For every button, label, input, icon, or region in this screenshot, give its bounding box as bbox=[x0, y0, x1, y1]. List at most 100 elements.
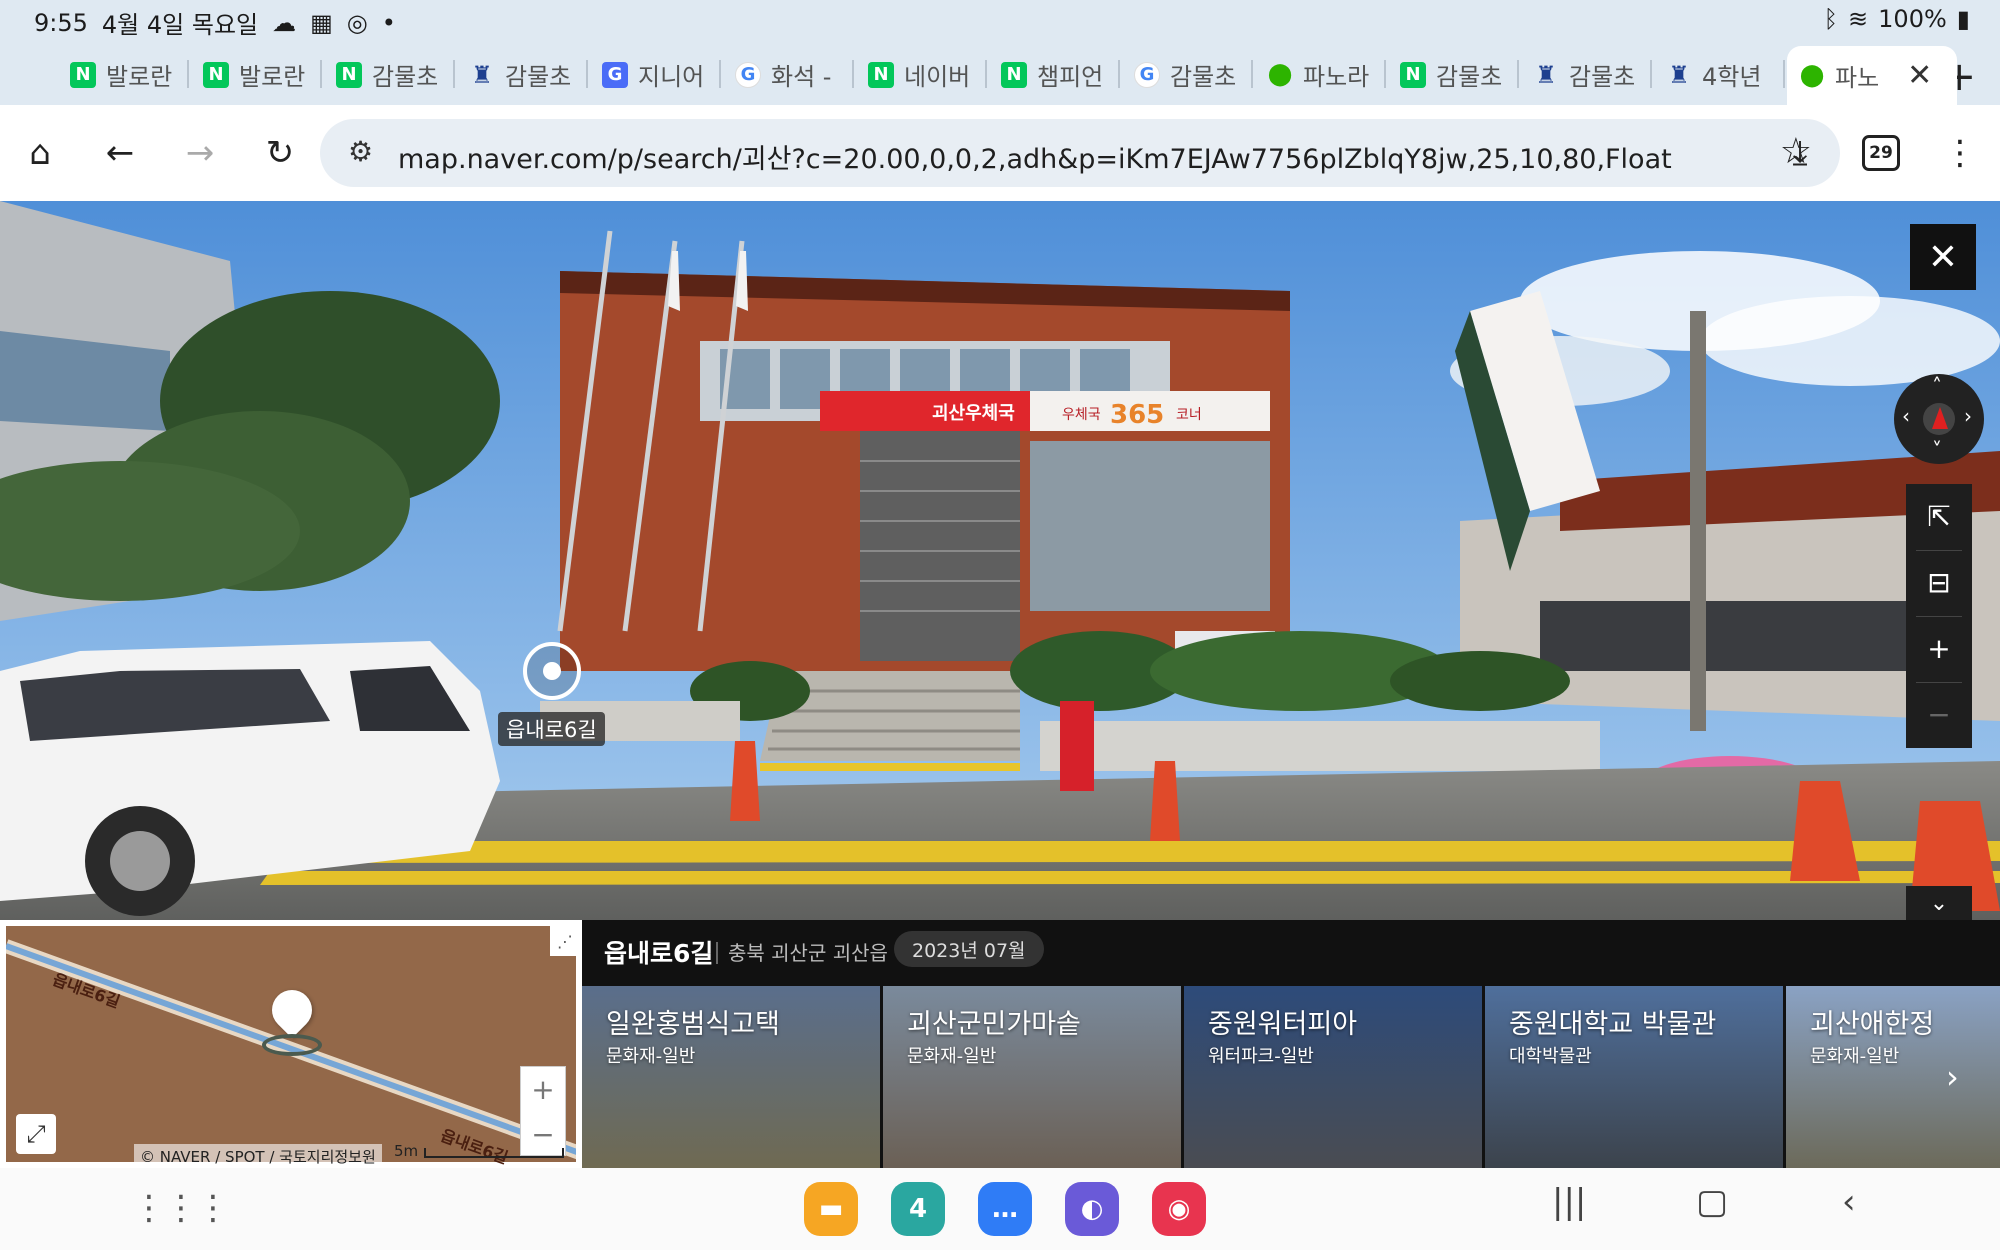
calendar-app-icon[interactable]: 4 bbox=[891, 1182, 945, 1236]
carousel-next-icon[interactable]: › bbox=[1946, 1058, 1959, 1096]
tab-title: 4학년 bbox=[1702, 63, 1762, 91]
tab-separator bbox=[453, 60, 455, 88]
compass-needle-icon bbox=[1923, 403, 1955, 435]
close-panorama-button[interactable]: ✕ bbox=[1910, 224, 1976, 290]
messages-app-icon[interactable]: … bbox=[978, 1182, 1032, 1236]
tab-title: 파노라 bbox=[1303, 63, 1370, 91]
browser-tab[interactable]: N 감물초 bbox=[324, 52, 455, 97]
status-bar: 9:55 4월 4일 목요일 ☁ ▦ ◎ • ᛒ ≋ 100% ▮ bbox=[0, 0, 2000, 40]
compass-control[interactable]: ˄ ˅ ‹ › bbox=[1894, 374, 1984, 464]
browser-tab[interactable]: N 네이버 bbox=[856, 52, 987, 97]
tab-title: 지니어 bbox=[638, 63, 705, 91]
nearby-place-card[interactable]: 괴산애한정 문화재-일반 bbox=[1786, 986, 2000, 1168]
compass-up-icon[interactable]: ˄ bbox=[1932, 374, 1942, 398]
home-button[interactable]: ⌂ bbox=[18, 131, 62, 175]
nearby-place-card[interactable]: 중원워터피아 워터파크-일반 bbox=[1184, 986, 1482, 1168]
road-navigation-marker[interactable] bbox=[523, 642, 581, 700]
nearby-place-card[interactable]: 중원대학교 박물관 대학박물관 bbox=[1485, 986, 1783, 1168]
status-date: 4월 4일 목요일 bbox=[101, 11, 259, 39]
tab-title: 네이버 bbox=[904, 63, 971, 91]
screen-recorder-app-icon[interactable]: ◉ bbox=[1152, 1182, 1206, 1236]
address-bar[interactable]: ⚙ map.naver.com/p/search/괴산?c=20.00,0,0,… bbox=[320, 119, 1840, 187]
system-navigation-bar: ⋮⋮⋮ ||| ▢ ‹ ▬ 4 … ◐ ◉ bbox=[0, 1168, 2000, 1250]
compass-left-icon[interactable]: ‹ bbox=[1902, 404, 1910, 428]
browser-tab[interactable]: N 발로란 bbox=[191, 52, 322, 97]
browser-tab[interactable]: ⬤ 파노 ✕ bbox=[1787, 46, 1957, 105]
corner-sign-label: 우체국 bbox=[1062, 407, 1101, 423]
zoom-in-button[interactable]: + bbox=[1906, 616, 1972, 680]
browser-tab[interactable]: G 화석 - bbox=[723, 52, 854, 97]
compass-down-icon[interactable]: ˅ bbox=[1932, 438, 1942, 462]
tab-title: 파노 bbox=[1835, 64, 1880, 92]
tab-switcher-button[interactable]: 29 bbox=[1862, 135, 1900, 171]
google-g-icon: G bbox=[735, 61, 761, 88]
tab-separator bbox=[1650, 60, 1652, 88]
corner-sign-suffix: 코너 bbox=[1176, 407, 1202, 423]
panorama-image: 괴산우체국 우체국 365 코너 bbox=[0, 201, 2000, 920]
browser-tab[interactable]: N 챔피언 bbox=[989, 52, 1120, 97]
app-drawer-icon[interactable]: ⋮⋮⋮ bbox=[132, 1188, 230, 1228]
tab-separator bbox=[320, 60, 322, 88]
divider bbox=[716, 942, 718, 964]
tab-separator bbox=[852, 60, 854, 88]
site-settings-icon[interactable]: ⚙ bbox=[348, 135, 373, 168]
street-view-panorama[interactable]: 괴산우체국 우체국 365 코너 읍내로6길 bbox=[0, 201, 2000, 920]
browser-tab[interactable]: ♜ 감물초 bbox=[1521, 52, 1652, 97]
mini-map-resize-handle[interactable]: ⋰ bbox=[550, 926, 580, 956]
battery-level: 100% bbox=[1878, 5, 1947, 33]
collapse-panel-button[interactable]: ⌄ bbox=[1906, 886, 1972, 920]
recents-button[interactable]: ||| bbox=[1552, 1182, 1586, 1222]
browser-tab[interactable]: ♜ 감물초 bbox=[457, 52, 588, 97]
close-tab-icon[interactable]: ✕ bbox=[1907, 58, 1932, 93]
nearby-place-card[interactable]: 괴산군민가마솥 문화재-일반 bbox=[883, 986, 1181, 1168]
tab-separator bbox=[1517, 60, 1519, 88]
download-button[interactable]: ⤓ bbox=[1778, 131, 1822, 175]
browser-toolbar: ⌂ ← → ↻ ⚙ map.naver.com/p/search/괴산?c=20… bbox=[0, 105, 2000, 201]
place-name: 일완홍범식고택 bbox=[606, 1009, 780, 1040]
tab-title: 발로란 bbox=[239, 63, 306, 91]
calendar-icon: ▦ bbox=[310, 8, 333, 37]
map-scale-label: 5m bbox=[394, 1142, 419, 1160]
browser-tab[interactable]: ⬤ 파노라 bbox=[1255, 52, 1386, 97]
bluetooth-icon: ᛒ bbox=[1823, 5, 1839, 33]
place-name: 괴산애한정 bbox=[1810, 1009, 1935, 1040]
place-name: 중원대학교 박물관 bbox=[1509, 1009, 1717, 1040]
browser-tab[interactable]: ♜ 4학년 bbox=[1654, 52, 1785, 97]
tab-title: 감물초 bbox=[1170, 63, 1237, 91]
nearby-place-card[interactable]: 일완홍범식고택 문화재-일반 bbox=[582, 986, 880, 1168]
tab-separator bbox=[1384, 60, 1386, 88]
map-copyright: © NAVER / SPOT / 국토지리정보원 bbox=[134, 1144, 382, 1169]
post-office-sign: 괴산우체국 bbox=[932, 403, 1015, 424]
zoom-out-button[interactable]: − bbox=[1906, 682, 1972, 746]
tab-title: 화석 - bbox=[771, 63, 832, 91]
wifi-icon: ≋ bbox=[1848, 5, 1869, 33]
back-button[interactable]: ← bbox=[98, 131, 142, 175]
back-nav-button[interactable]: ‹ bbox=[1842, 1182, 1856, 1222]
browser-tab[interactable]: G 감물초 bbox=[1122, 52, 1253, 97]
mini-map-zoom-in-button[interactable]: + bbox=[521, 1067, 565, 1112]
forward-button[interactable]: → bbox=[178, 131, 222, 175]
location-title: 읍내로6길 bbox=[604, 939, 714, 968]
tab-separator bbox=[1251, 60, 1253, 88]
naver-map-icon: ⬤ bbox=[1799, 63, 1825, 88]
browser-tab[interactable]: N 발로란 bbox=[58, 52, 189, 97]
my-files-app-icon[interactable]: ▬ bbox=[804, 1182, 858, 1236]
reload-button[interactable]: ↻ bbox=[258, 131, 302, 175]
bookmark-view-button[interactable]: ⊟ bbox=[1906, 550, 1972, 614]
browser-tab[interactable]: N 감물초 bbox=[1388, 52, 1519, 97]
home-nav-button[interactable]: ▢ bbox=[1696, 1182, 1728, 1222]
naver-map-icon: ⬤ bbox=[1267, 62, 1293, 87]
compass-right-icon[interactable]: › bbox=[1964, 404, 1972, 428]
expand-icon[interactable]: ⤢ bbox=[16, 1114, 56, 1154]
share-button[interactable]: ⇱ bbox=[1906, 484, 1972, 548]
google-g-icon: G bbox=[1134, 61, 1160, 88]
nearby-places-carousel: 일완홍범식고택 문화재-일반 괴산군민가마솥 문화재-일반 중원워터피아 워터파크-일반 중… bbox=[582, 986, 2000, 1168]
tab-separator bbox=[586, 60, 588, 88]
naver-n-icon: N bbox=[1001, 61, 1027, 88]
capture-date-button[interactable]: 2023년 07월 bbox=[894, 931, 1044, 967]
url-text[interactable]: map.naver.com/p/search/괴산?c=20.00,0,0,2,… bbox=[398, 137, 1672, 176]
internet-app-icon[interactable]: ◐ bbox=[1065, 1182, 1119, 1236]
road-name-label: 읍내로6길 bbox=[498, 712, 605, 746]
menu-button[interactable]: ⋮ bbox=[1938, 131, 1982, 175]
browser-tab[interactable]: G 지니어 bbox=[590, 52, 721, 97]
